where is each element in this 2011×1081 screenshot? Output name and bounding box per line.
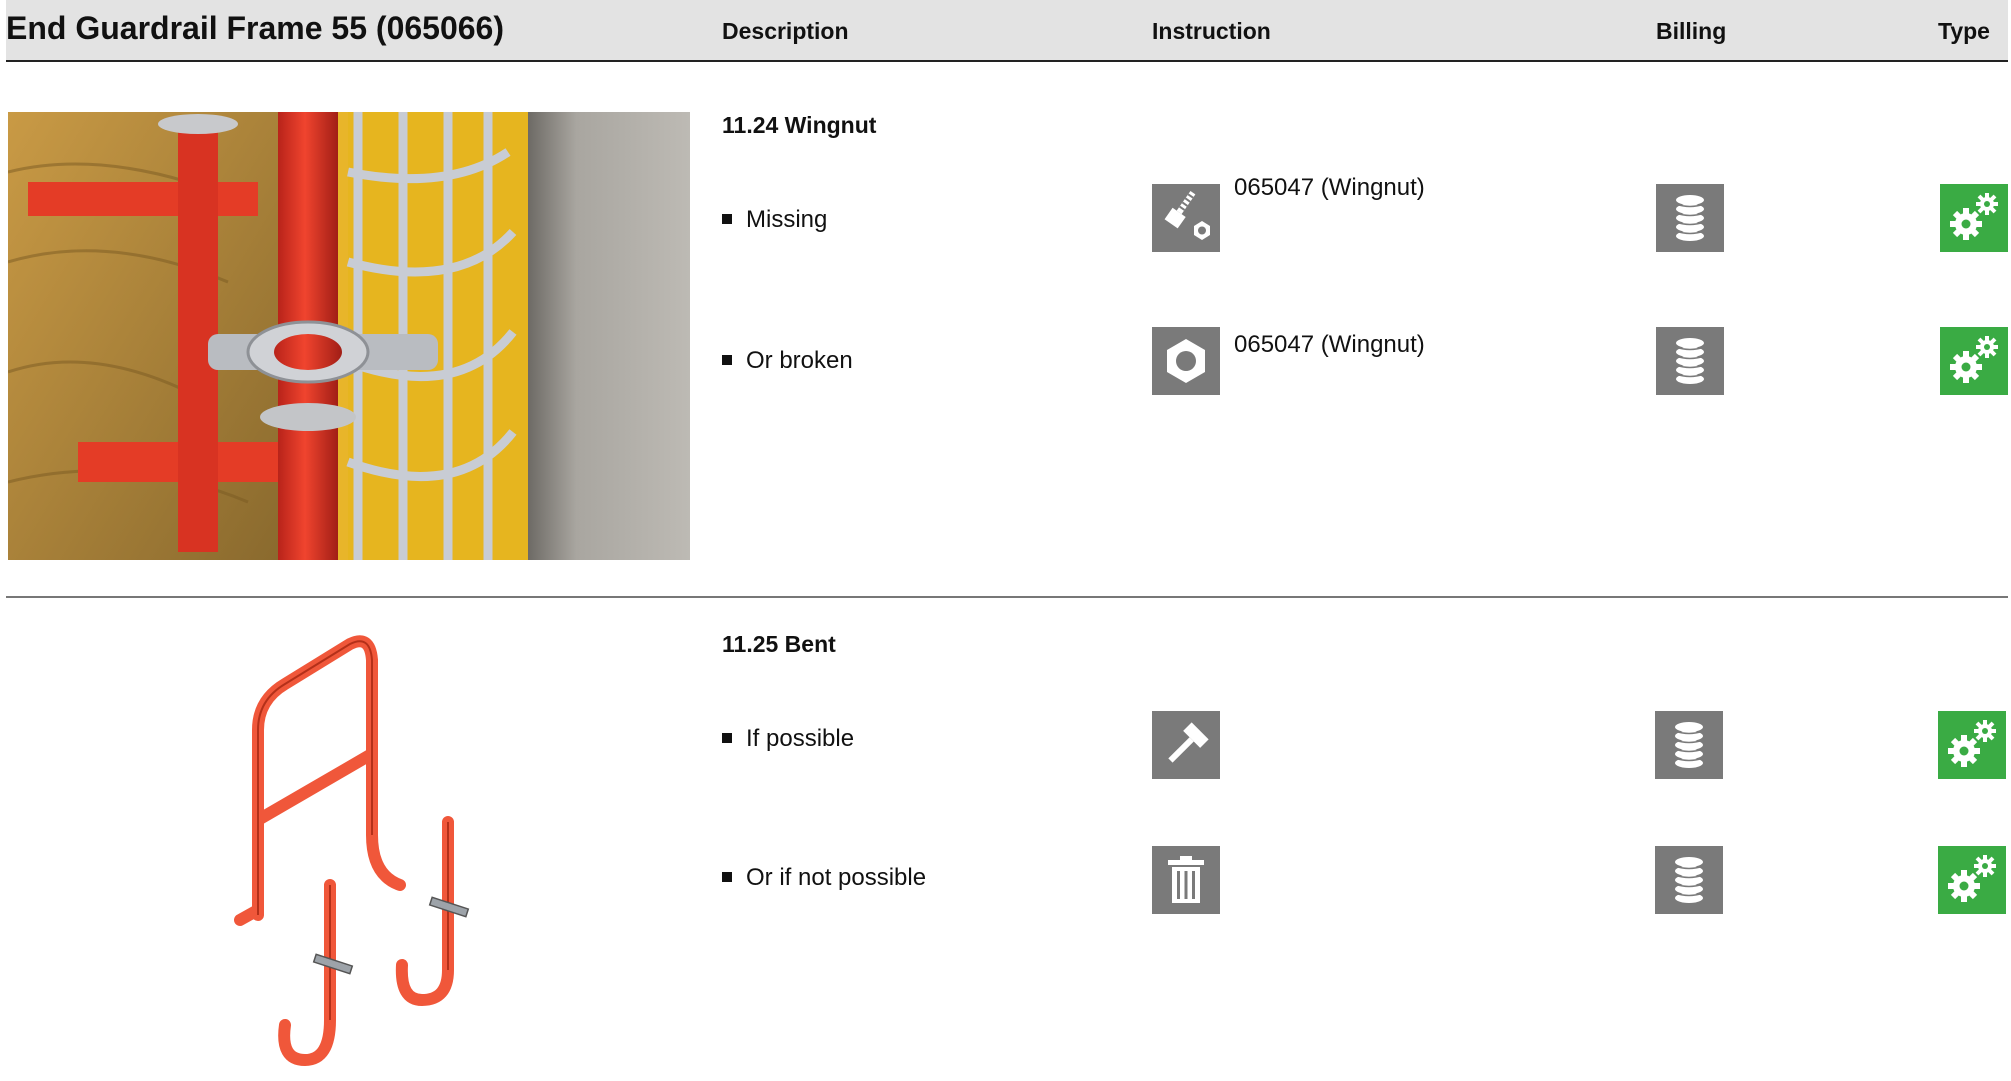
column-header-description: Description	[722, 18, 849, 44]
photo-guardrail-wingnut	[8, 112, 690, 560]
coin-stack-icon	[1655, 711, 1723, 779]
section-divider	[6, 596, 2008, 598]
page-title: End Guardrail Frame 55 (065066)	[6, 10, 504, 46]
bolt-nut-icon	[1152, 184, 1220, 252]
trash-icon	[1152, 846, 1220, 914]
coin-stack-icon	[1656, 184, 1724, 252]
instruction-text: 065047 (Wingnut)	[1234, 174, 1425, 201]
item-label: If possible	[746, 725, 855, 752]
table-header: End Guardrail Frame 55 (065066) Descript…	[6, 0, 2008, 62]
gears-icon	[1940, 327, 2008, 395]
item-label: Or broken	[746, 347, 853, 374]
column-header-billing: Billing	[1656, 18, 1727, 44]
column-header-instruction: Instruction	[1152, 18, 1271, 44]
item-label: Or if not possible	[746, 864, 927, 891]
coin-stack-icon	[1656, 327, 1724, 395]
coin-stack-icon	[1655, 846, 1723, 914]
bullet-icon	[722, 213, 732, 224]
bullet-icon	[722, 354, 732, 365]
bullet-icon	[722, 871, 732, 882]
section-title-wingnut: 11.24 Wingnut	[722, 112, 877, 138]
hammer-icon	[1152, 711, 1220, 779]
list-item: Or if not possible	[722, 864, 926, 892]
column-header-type: Type	[1938, 18, 1990, 44]
list-item: Missing	[722, 206, 827, 234]
gears-icon	[1940, 184, 2008, 252]
section-title-bent: 11.25 Bent	[722, 631, 836, 657]
bullet-icon	[722, 732, 732, 743]
instruction-text: 065047 (Wingnut)	[1234, 331, 1425, 358]
nut-icon	[1152, 327, 1220, 395]
gears-icon	[1938, 846, 2006, 914]
list-item: Or broken	[722, 347, 853, 375]
drawing-guardrail-frame	[210, 620, 510, 1076]
gears-icon	[1938, 711, 2006, 779]
item-label: Missing	[746, 206, 828, 233]
list-item: If possible	[722, 725, 854, 753]
